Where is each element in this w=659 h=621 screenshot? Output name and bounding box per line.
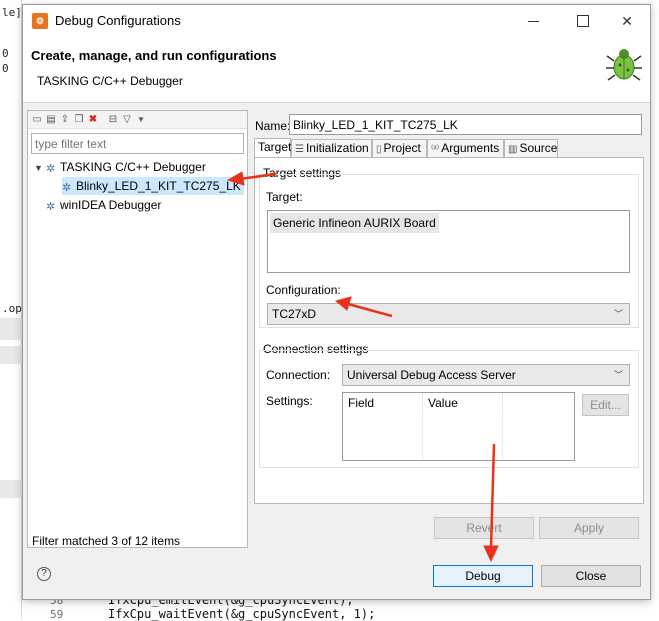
new-prototype-icon[interactable]: ▤ [45, 114, 57, 126]
connection-value: Universal Debug Access Server [347, 368, 516, 382]
revert-button[interactable]: Revert [434, 517, 534, 539]
list-icon: ☰ [295, 144, 304, 155]
new-configuration-icon[interactable]: ▭ [31, 114, 43, 126]
settings-table[interactable]: Field Value [342, 392, 575, 461]
background-code: 58 IfxCpu_emitEvent(&g_cpuSyncEvent); 59… [22, 593, 651, 621]
name-label: Name: [255, 119, 291, 133]
debugger-type-icon: ✲ [46, 201, 56, 213]
filter-icon[interactable]: ▽ [121, 114, 133, 126]
header-subtitle: TASKING C/C++ Debugger [37, 74, 183, 88]
tree-item-label: winIDEA Debugger [60, 198, 162, 212]
configuration-select[interactable]: TC27xD ﹀ [267, 303, 630, 325]
background-editor-left: le] 0 0 .opt [0, 0, 29, 619]
bg-fragment: 0 [2, 47, 9, 60]
debug-configurations-dialog: ⚙ Debug Configurations ✕ Create, manage,… [22, 4, 651, 600]
chevron-down-icon: ﹀ [613, 309, 623, 319]
configuration-tree-pane: ▭ ▤ ⇪ ❐ ✖ ⊟ ▽ ▼ ▼✲TASKING C/C++ Debugger… [27, 110, 248, 548]
column-header-value[interactable]: Value [423, 393, 503, 413]
tab-source[interactable]: ▥ Source [504, 139, 558, 157]
target-label: Target: [266, 190, 303, 204]
tab-label: Project [383, 141, 421, 155]
background-editor-right [651, 0, 659, 619]
tab-target[interactable]: Target [254, 138, 291, 158]
configuration-value: TC27xD [272, 307, 317, 321]
tab-label: Arguments [441, 141, 500, 155]
export-icon[interactable]: ⇪ [59, 114, 71, 126]
tab-initialization[interactable]: ☰ Initialization [291, 139, 372, 157]
header-title: Create, manage, and run configurations [31, 48, 277, 63]
view-menu-icon[interactable]: ▼ [135, 114, 147, 126]
maximize-button[interactable] [561, 9, 605, 33]
filter-input[interactable] [31, 133, 244, 154]
duplicate-icon[interactable]: ❐ [73, 114, 85, 126]
bg-fragment: 0 [2, 62, 9, 75]
eclipse-app-icon: ⚙ [32, 13, 48, 29]
tree-item-tasking-debugger[interactable]: ▼ ✲ TASKING C/C++ Debugger [34, 158, 206, 176]
title-bar[interactable]: ⚙ Debug Configurations ✕ [23, 5, 650, 37]
chevron-down-icon: ﹀ [613, 370, 623, 380]
help-icon[interactable]: ? [37, 567, 51, 581]
tab-project[interactable]: ▯ Project [372, 139, 427, 157]
tree-item-label: TASKING C/C++ Debugger [60, 160, 206, 174]
debug-bug-icon [606, 49, 642, 81]
dialog-header: Create, manage, and run configurations T… [23, 37, 650, 103]
page-icon: ▯ [376, 144, 382, 155]
target-list[interactable]: Generic Infineon AURIX Board [267, 210, 630, 273]
filter-status: Filter matched 3 of 12 items [32, 534, 181, 548]
tree-item-winidea-debugger[interactable]: ✲ winIDEA Debugger [46, 196, 161, 214]
connection-select[interactable]: Universal Debug Access Server ﹀ [342, 364, 630, 386]
configuration-label: Configuration: [266, 283, 341, 297]
settings-label: Settings: [266, 394, 313, 408]
name-input[interactable] [289, 114, 642, 135]
column-header-field[interactable]: Field [343, 393, 423, 413]
debugger-type-icon: ✲ [46, 163, 56, 175]
tree-item-blinky-config[interactable]: ✲ Blinky_LED_1_KIT_TC275_LK [62, 177, 244, 195]
tree-toolbar: ▭ ▤ ⇪ ❐ ✖ ⊟ ▽ ▼ [28, 111, 247, 129]
tab-arguments[interactable]: ⁽ˣ⁾ Arguments [427, 139, 504, 157]
column-divider [502, 413, 503, 460]
tree-item-label: Blinky_LED_1_KIT_TC275_LK [76, 179, 241, 193]
close-window-button[interactable]: ✕ [605, 9, 649, 33]
apply-button[interactable]: Apply [539, 517, 639, 539]
tab-label: Initialization [305, 141, 369, 155]
delete-icon[interactable]: ✖ [87, 114, 99, 126]
dialog-title: Debug Configurations [55, 13, 181, 28]
chevron-down-icon[interactable]: ▼ [34, 159, 46, 177]
column-divider [422, 413, 423, 460]
arguments-icon: ⁽ˣ⁾ [431, 144, 440, 155]
bg-tab-band [0, 318, 22, 340]
source-icon: ▥ [508, 144, 518, 155]
tab-label: Source [519, 141, 558, 155]
bg-tab-band [0, 346, 22, 364]
close-button[interactable]: Close [541, 565, 641, 587]
bg-fragment: le] [2, 6, 22, 19]
minimize-button[interactable] [511, 9, 555, 33]
edit-button[interactable]: Edit... [582, 394, 629, 416]
debug-button[interactable]: Debug [433, 565, 533, 587]
connection-label: Connection: [266, 368, 331, 382]
target-tab-content: Target settings Target: Generic Infineon… [254, 157, 644, 504]
line-number: 59 [50, 608, 64, 621]
bg-tab-band [0, 480, 22, 498]
tab-label: Target [258, 140, 292, 154]
collapse-all-icon[interactable]: ⊟ [107, 114, 119, 126]
launch-config-icon: ✲ [62, 182, 72, 194]
target-list-item[interactable]: Generic Infineon AURIX Board [270, 213, 439, 233]
